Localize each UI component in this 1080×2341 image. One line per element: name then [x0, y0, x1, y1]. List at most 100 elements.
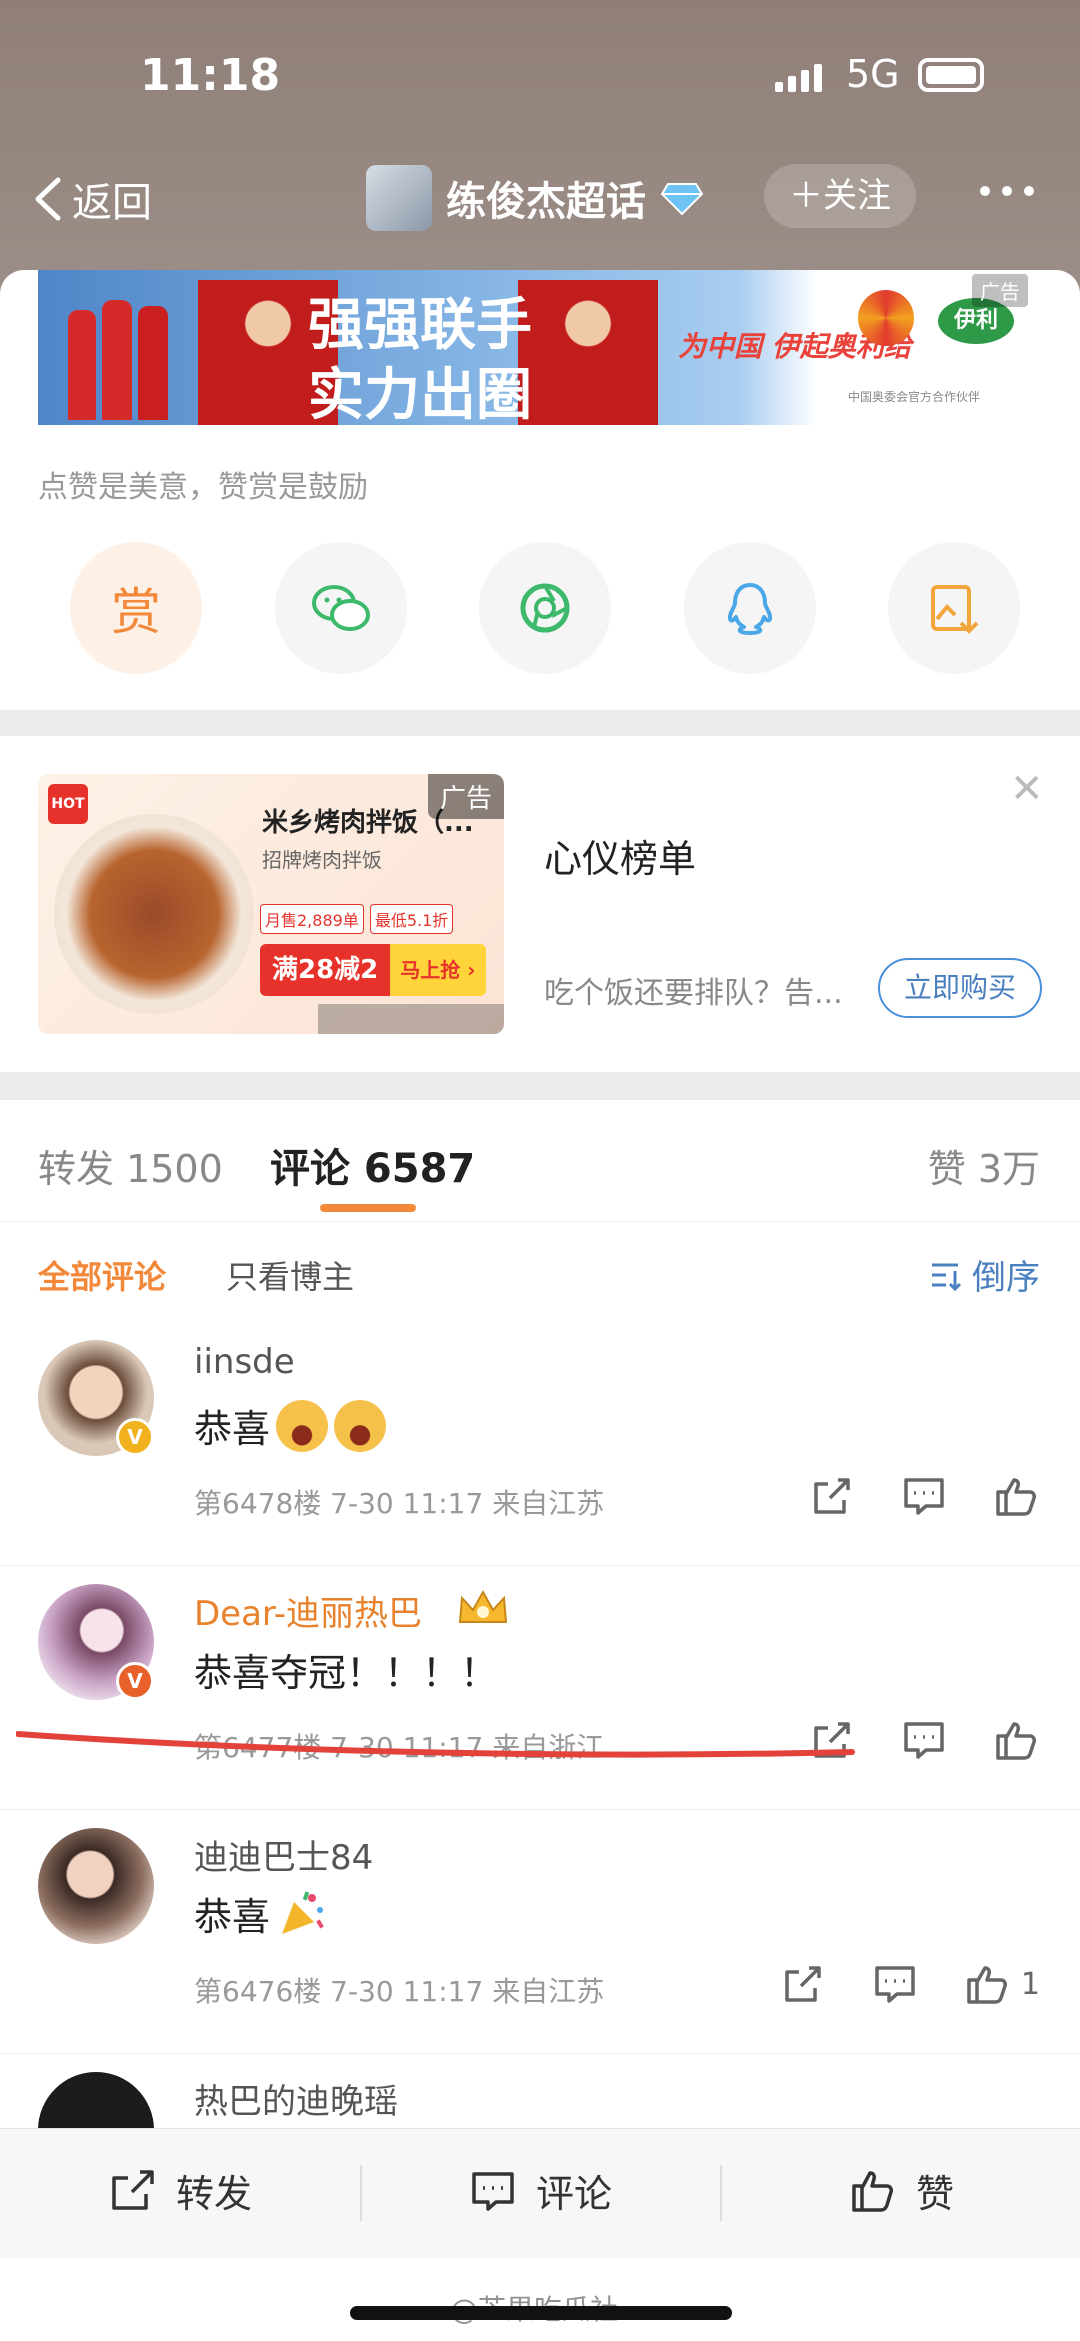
save-image-icon — [931, 585, 979, 634]
reward-button[interactable]: 赏 — [70, 542, 202, 674]
like-button[interactable]: 赞 — [848, 2163, 954, 2218]
avatar[interactable] — [38, 2072, 154, 2128]
comment-username[interactable]: Dear-迪丽热巴 — [194, 1586, 422, 1635]
tab-comments[interactable]: 评论 6587 — [270, 1136, 475, 1194]
comment-actions: 1 — [779, 1960, 1040, 2008]
comment-item: 热巴的迪晚瑶 — [0, 2054, 1080, 2128]
comment-icon — [472, 2171, 514, 2211]
comment-text-content: 恭喜 — [194, 1407, 271, 1451]
thumbs-up-icon — [852, 2170, 893, 2212]
post-tabs: 转发 1500 评论 6587 赞 3万 — [0, 1100, 1080, 1222]
topic-title-text: 练俊杰超话 — [446, 179, 646, 225]
banner-footer: 中国奥委会官方合作伙伴 — [848, 390, 981, 404]
ad-tag: 广告 — [972, 274, 1028, 307]
comment-label: 评论 — [536, 2172, 613, 2216]
like-count: 1 — [1020, 1966, 1040, 2002]
olympic-logo-icon — [858, 290, 914, 346]
share-moments-button[interactable] — [479, 542, 611, 674]
avatar[interactable] — [38, 1828, 154, 1944]
save-image-button[interactable] — [888, 542, 1020, 674]
filter-all-comments[interactable]: 全部评论 — [38, 1252, 166, 1298]
comment-button[interactable]: 评论 — [468, 2163, 612, 2218]
banner-ad[interactable]: 强强联手 实力出圈 为中国 伊起奥利给 伊利 中国奥委会官方合作伙伴 广告 — [38, 270, 1038, 425]
reply-icon[interactable] — [900, 1472, 948, 1520]
comment-username[interactable]: iinsde — [194, 1342, 295, 1382]
bottom-action-bar: 转发 评论 赞 — [0, 2128, 1080, 2258]
image-overlay — [318, 1004, 504, 1034]
share-icon[interactable] — [779, 1960, 827, 2008]
comment-text: 恭喜夺冠！！！！ — [194, 1642, 498, 1697]
hot-badge: HOT — [48, 784, 88, 824]
share-qq-button[interactable] — [683, 542, 816, 674]
discount-tag: 最低5.1折 — [369, 904, 454, 934]
ad-title: 心仪榜单 — [544, 837, 697, 881]
moments-icon — [520, 583, 570, 633]
battery-icon — [918, 58, 984, 92]
chevron-left-icon — [35, 177, 61, 221]
comment-username[interactable]: 迪迪巴士84 — [194, 1830, 373, 1879]
share-icon[interactable] — [808, 1472, 856, 1520]
wechat-icon — [311, 585, 370, 631]
diamond-icon — [660, 183, 704, 216]
party-popper-icon — [282, 1891, 324, 1934]
food-bowl-image — [54, 814, 254, 1014]
shop-subtitle: 招牌烤肉拌饭 — [262, 848, 382, 872]
comment-text-content: 恭喜 — [194, 1895, 271, 1939]
sales-tag: 月售2,889单 — [260, 904, 364, 934]
deal-text: 满28减2 — [260, 944, 391, 996]
buy-now-button[interactable]: 立即购买 — [878, 958, 1042, 1018]
athlete-figure — [102, 300, 132, 420]
laugh-emoji-icon — [276, 1399, 329, 1452]
sort-button[interactable]: 倒序 — [928, 1250, 1040, 1299]
sort-icon — [932, 1263, 962, 1291]
laugh-emoji-icon — [334, 1399, 387, 1452]
thumbs-up-icon[interactable] — [963, 1960, 1011, 2008]
reply-icon[interactable] — [871, 1960, 919, 2008]
comment-actions — [808, 1472, 1040, 1520]
ad-tag: 广告 — [427, 774, 504, 819]
topic-avatar — [366, 165, 432, 231]
filter-owner-only[interactable]: 只看博主 — [226, 1252, 354, 1298]
active-tab-indicator — [320, 1204, 416, 1212]
home-indicator[interactable] — [350, 2306, 732, 2320]
comment-item: 迪迪巴士84 恭喜 第6476楼 7-30 11:17 来自江苏 1 — [0, 1810, 1080, 2054]
athlete-figure — [138, 306, 168, 420]
header-background: 11:18 5G 返回 练俊杰超话 ＋关注 — [0, 0, 1080, 300]
deal-banner: 满28减2 马上抢 › — [260, 944, 486, 996]
share-row: 赏 — [70, 542, 1020, 674]
divider — [360, 2165, 362, 2221]
comment-username[interactable]: 热巴的迪晚瑶 — [194, 2074, 398, 2123]
thumbs-up-icon[interactable] — [992, 1472, 1040, 1520]
status-time: 11:18 — [140, 50, 281, 101]
comment-meta: 第6476楼 7-30 11:17 来自江苏 — [194, 1975, 605, 2008]
qq-icon — [727, 583, 772, 635]
sort-label: 倒序 — [972, 1258, 1040, 1298]
nav-bar: 返回 练俊杰超话 ＋关注 — [0, 160, 1080, 240]
feed-ad-image[interactable]: HOT 米乡烤肉拌饭（... 招牌烤肉拌饭 月售2,889单 最低5.1折 满2… — [38, 774, 504, 1034]
back-button[interactable]: 返回 — [30, 170, 152, 228]
status-bar: 11:18 5G — [0, 50, 1080, 110]
topic-title[interactable]: 练俊杰超话 — [366, 165, 704, 231]
forward-button[interactable]: 转发 — [108, 2163, 252, 2218]
divider — [720, 2165, 722, 2221]
follow-button[interactable]: ＋关注 — [764, 164, 916, 228]
tab-forwards[interactable]: 转发 1500 — [38, 1138, 223, 1193]
network-type: 5G — [846, 52, 900, 96]
reply-icon[interactable] — [900, 1716, 948, 1764]
share-wechat-button[interactable] — [274, 542, 407, 674]
close-icon[interactable]: ✕ — [1010, 766, 1044, 812]
forward-icon — [112, 2169, 154, 2210]
comment-item: V iinsde 恭喜 第6478楼 7-30 11:17 来自江苏 — [0, 1322, 1080, 1566]
athlete-figure — [518, 280, 658, 425]
back-label: 返回 — [72, 180, 152, 226]
tab-likes[interactable]: 赞 3万 — [928, 1138, 1040, 1193]
ad-description: 吃个饭还要排队？告... — [544, 976, 843, 1011]
comment-text: 恭喜 — [194, 1886, 328, 1941]
grab-deal-label: 马上抢 › — [390, 944, 486, 996]
more-icon[interactable] — [980, 186, 1034, 196]
comment-text: 恭喜 — [194, 1398, 387, 1453]
verified-badge-icon: V — [116, 1662, 154, 1700]
post-card: 强强联手 实力出圈 为中国 伊起奥利给 伊利 中国奥委会官方合作伙伴 广告 点赞… — [0, 270, 1080, 710]
thumbs-up-icon[interactable] — [992, 1716, 1040, 1764]
comment-filters: 全部评论 只看博主 倒序 — [0, 1222, 1080, 1322]
